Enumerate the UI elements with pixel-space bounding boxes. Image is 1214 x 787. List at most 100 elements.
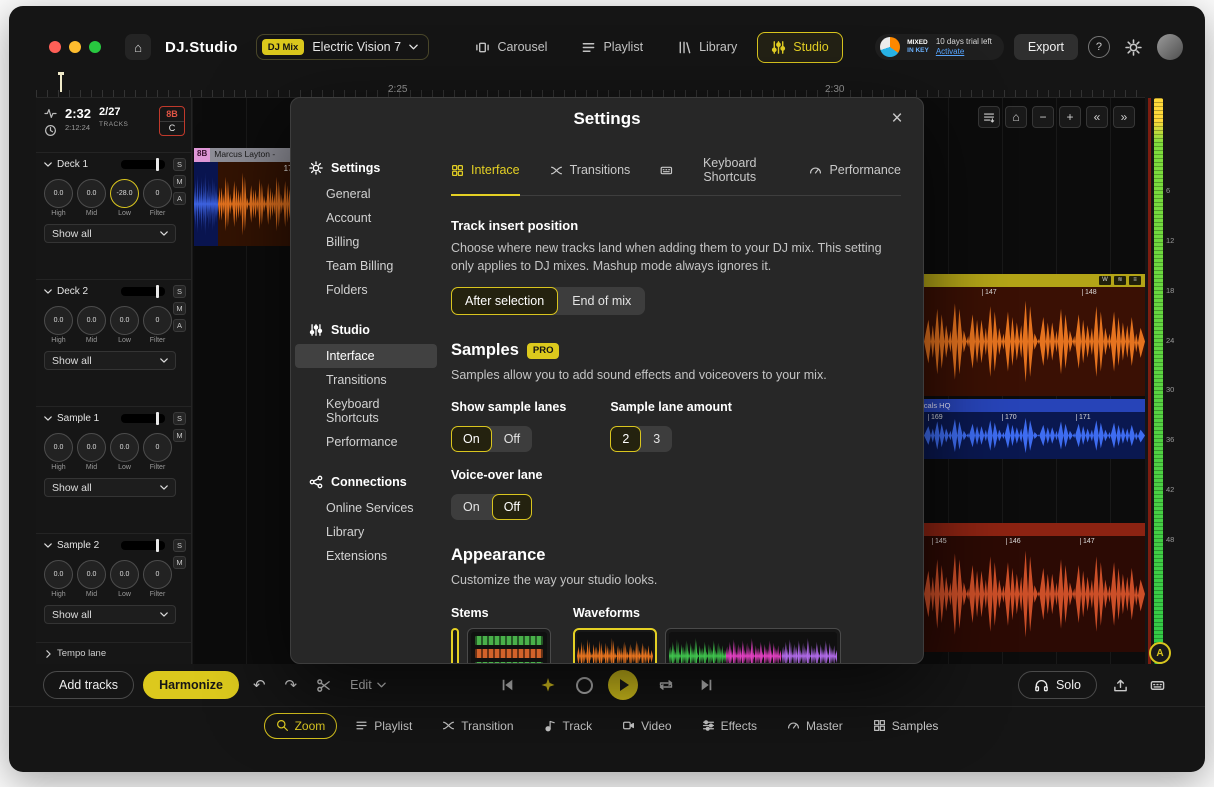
settings-button[interactable]	[1120, 36, 1147, 59]
on-option[interactable]: On	[451, 494, 492, 520]
filter-knob[interactable]: 0	[143, 560, 172, 589]
filter-knob[interactable]: 0	[143, 433, 172, 462]
chevron-down-icon[interactable]	[44, 289, 52, 294]
previous-track-button[interactable]	[495, 675, 520, 695]
maximize-window-button[interactable]	[89, 41, 101, 53]
tab-master[interactable]: Master	[775, 713, 855, 739]
activate-link[interactable]: Activate	[936, 47, 964, 56]
close-window-button[interactable]	[49, 41, 61, 53]
tab-interface[interactable]: Interface	[451, 156, 520, 196]
mute-button[interactable]: M	[173, 429, 186, 442]
nav-item-online-services[interactable]: Online Services	[295, 496, 437, 520]
tab-samples[interactable]: Samples	[861, 713, 951, 739]
chevron-down-icon[interactable]	[44, 416, 52, 421]
nav-playlist[interactable]: Playlist	[567, 32, 657, 63]
nav-item-folders[interactable]: Folders	[295, 278, 437, 302]
timeline-ruler[interactable]: 2:25 2:30	[36, 68, 1145, 98]
high-knob[interactable]: 0.0	[44, 306, 73, 335]
redo-button[interactable]: ↷	[280, 673, 303, 697]
low-knob[interactable]: 0.0	[110, 433, 139, 462]
volume-fader[interactable]	[121, 412, 165, 425]
nav-studio[interactable]: Studio	[757, 31, 843, 63]
automation-button[interactable]: A	[173, 192, 186, 205]
tempo-lane-toggle[interactable]: Tempo lane	[36, 642, 191, 664]
mute-button[interactable]: M	[173, 556, 186, 569]
show-all-select[interactable]: Show all	[44, 224, 176, 243]
mute-button[interactable]: M	[173, 302, 186, 315]
solo-button-master[interactable]: Solo	[1017, 671, 1097, 699]
amount-2-option[interactable]: 2	[610, 426, 642, 453]
solo-button[interactable]: S	[173, 412, 186, 425]
filter-knob[interactable]: 0	[143, 179, 172, 208]
nav-item-performance[interactable]: Performance	[295, 430, 437, 454]
waveform-option-classic[interactable]	[573, 627, 657, 663]
cut-button[interactable]	[311, 675, 336, 696]
chevron-down-icon[interactable]	[44, 162, 52, 167]
stems-icon[interactable]: ≋	[1114, 276, 1126, 285]
shortcuts-button[interactable]	[1144, 675, 1171, 696]
nav-item-general[interactable]: General	[295, 182, 437, 206]
mute-button[interactable]: M	[173, 175, 186, 188]
nav-carousel[interactable]: Carousel	[461, 32, 561, 63]
amount-3-option[interactable]: 3	[641, 426, 672, 452]
help-button[interactable]: ?	[1087, 36, 1110, 58]
mix-selector[interactable]: DJ Mix Electric Vision 7	[255, 34, 430, 60]
nav-item-keyboard-shortcuts[interactable]: Keyboard Shortcuts	[295, 392, 437, 430]
mid-knob[interactable]: 0.0	[77, 179, 106, 208]
nav-item-team-billing[interactable]: Team Billing	[295, 254, 437, 278]
nav-library[interactable]: Library	[663, 32, 751, 63]
after-selection-option[interactable]: After selection	[451, 287, 559, 316]
close-button[interactable]: ×	[885, 107, 909, 131]
minimize-window-button[interactable]	[69, 41, 81, 53]
track-clip-red[interactable]: 145 146 147	[924, 523, 1145, 652]
show-all-select[interactable]: Show all	[44, 478, 176, 497]
mid-knob[interactable]: 0.0	[77, 560, 106, 589]
nav-item-transitions[interactable]: Transitions	[295, 368, 437, 392]
next-track-button[interactable]	[694, 675, 719, 695]
low-knob[interactable]: -28.0	[110, 179, 139, 208]
nav-item-library[interactable]: Library	[295, 520, 437, 544]
harmonize-button[interactable]: Harmonize	[143, 671, 239, 699]
nav-item-billing[interactable]: Billing	[295, 230, 437, 254]
export-button[interactable]: Export	[1013, 34, 1078, 60]
autopilot-button[interactable]: A	[1149, 642, 1171, 664]
clip-header[interactable]	[924, 523, 1145, 536]
tab-performance[interactable]: Performance	[809, 156, 901, 196]
nav-item-account[interactable]: Account	[295, 206, 437, 230]
mid-knob[interactable]: 0.0	[77, 306, 106, 335]
clip-header[interactable]: W ≋ ≡	[924, 274, 1145, 287]
user-avatar[interactable]	[1156, 34, 1183, 60]
mid-knob[interactable]: 0.0	[77, 433, 106, 462]
nav-item-extensions[interactable]: Extensions	[295, 544, 437, 568]
low-knob[interactable]: 0.0	[110, 560, 139, 589]
tab-keyboard-shortcuts[interactable]: Keyboard Shortcuts	[660, 156, 779, 196]
on-option[interactable]: On	[451, 426, 492, 453]
home-button[interactable]: ⌂	[125, 34, 151, 60]
add-tracks-button[interactable]: Add tracks	[43, 671, 135, 699]
playhead-marker[interactable]	[58, 72, 64, 92]
automation-button[interactable]: A	[173, 319, 186, 332]
stems-option-2[interactable]	[467, 627, 551, 663]
chevron-down-icon[interactable]	[44, 543, 52, 548]
filter-knob[interactable]: 0	[143, 306, 172, 335]
show-all-select[interactable]: Show all	[44, 351, 176, 370]
high-knob[interactable]: 0.0	[44, 560, 73, 589]
tab-effects[interactable]: Effects	[690, 713, 769, 739]
high-knob[interactable]: 0.0	[44, 433, 73, 462]
show-all-select[interactable]: Show all	[44, 605, 176, 624]
loop-button[interactable]	[653, 675, 679, 695]
clip-header[interactable]: Vocals HQ	[915, 399, 1145, 412]
track-clip-vocals[interactable]: Vocals HQ 169 170 171	[915, 399, 1145, 459]
upload-button[interactable]	[1108, 675, 1133, 696]
solo-button[interactable]: S	[173, 158, 186, 171]
waveform-option-stem-colored[interactable]	[665, 627, 841, 663]
end-of-mix-option[interactable]: End of mix	[558, 287, 645, 315]
waveform-view-icon[interactable]: W	[1099, 276, 1111, 285]
tab-video[interactable]: Video	[610, 713, 683, 739]
stems-option-1[interactable]	[451, 627, 459, 663]
automix-button[interactable]	[535, 674, 561, 696]
record-button[interactable]	[576, 676, 593, 694]
volume-fader[interactable]	[121, 539, 165, 552]
tab-transition[interactable]: Transition	[430, 713, 525, 739]
off-option[interactable]: Off	[491, 494, 533, 521]
